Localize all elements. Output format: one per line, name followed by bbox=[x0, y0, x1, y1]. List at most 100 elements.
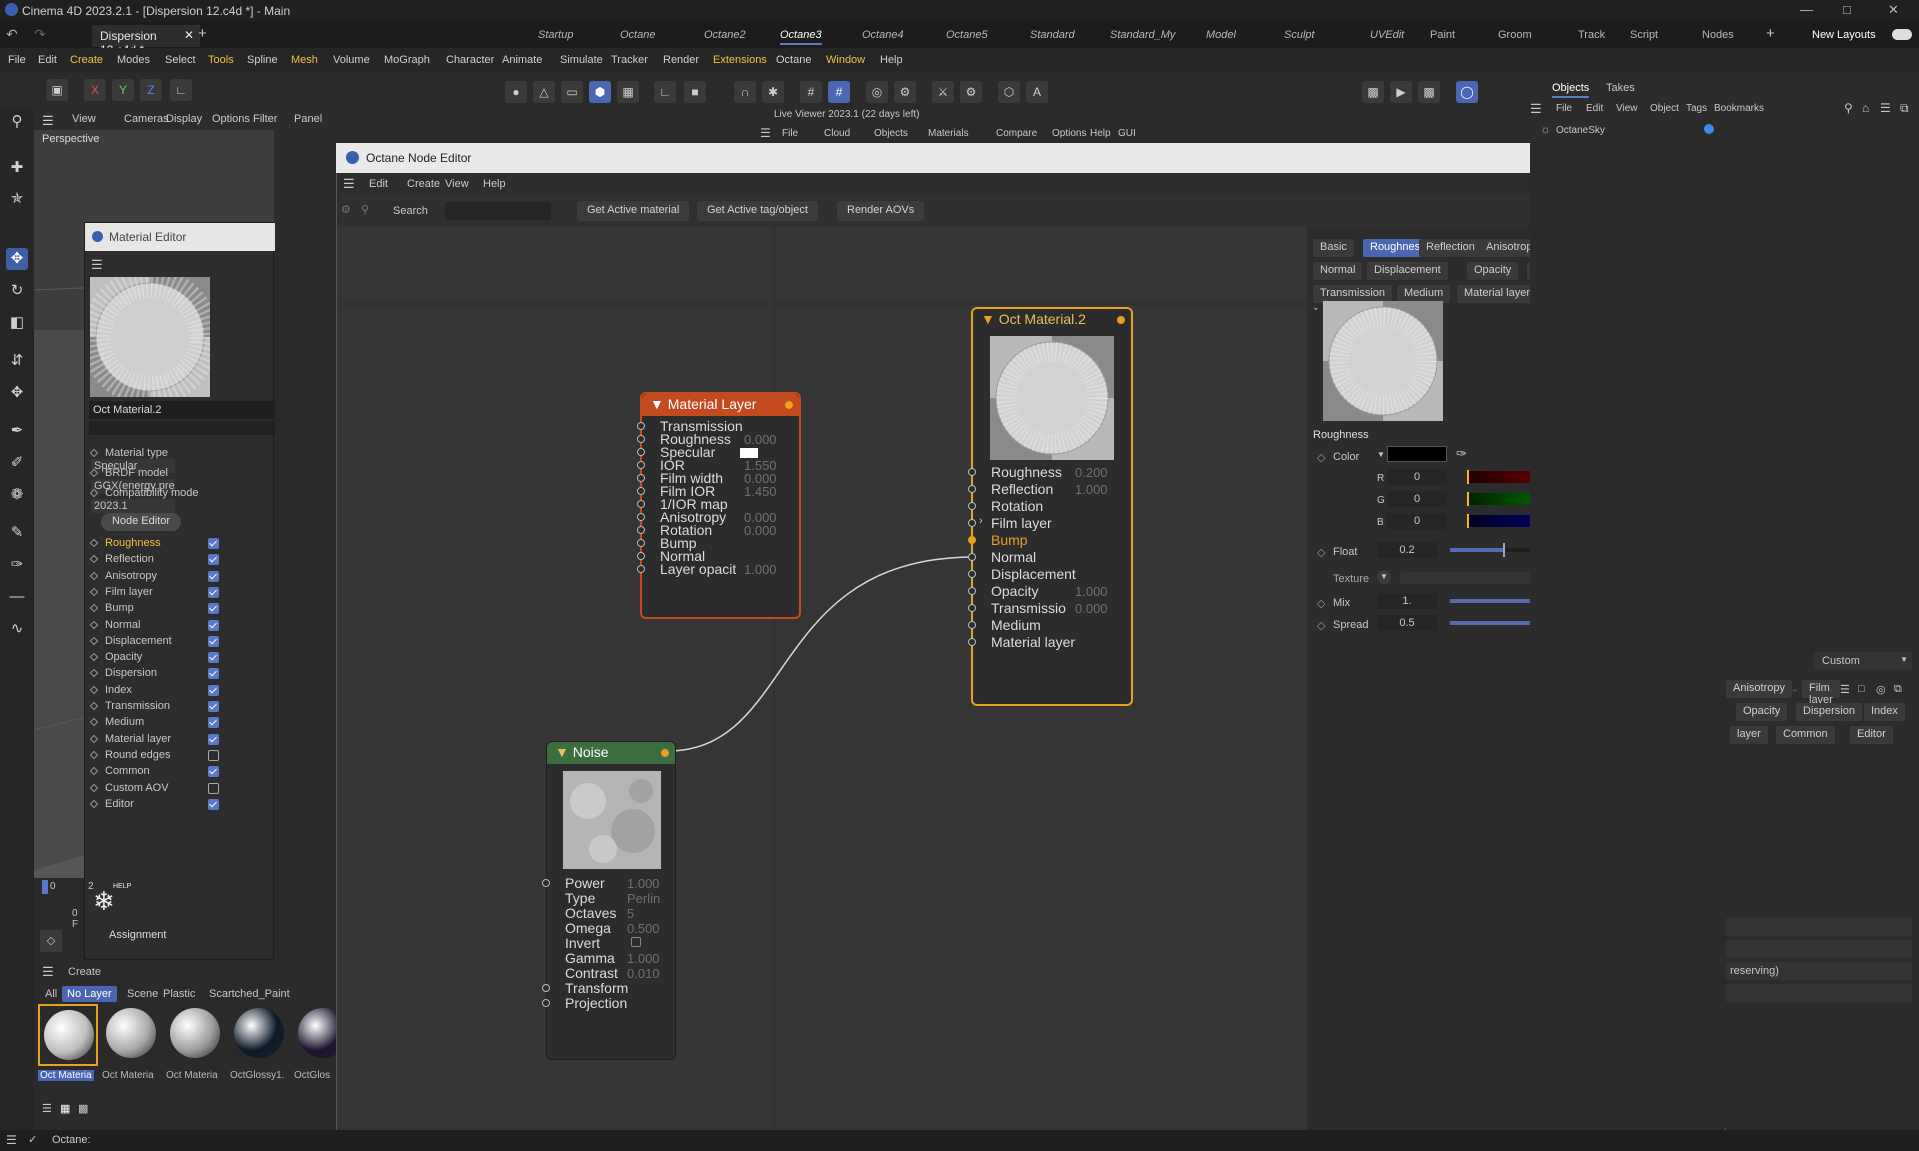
objects-home-icon[interactable]: ⌂ bbox=[1862, 101, 1869, 115]
live-viewer-menu-options[interactable]: Options bbox=[1052, 128, 1086, 139]
channel-checkbox[interactable] bbox=[208, 619, 219, 631]
viewport-menu-view[interactable]: View bbox=[72, 113, 96, 125]
menu-spline[interactable]: Spline bbox=[247, 54, 278, 66]
spline-pen-icon[interactable]: ✒ bbox=[6, 420, 28, 442]
attr-tab-anisotropy[interactable]: Anisotropy bbox=[1726, 680, 1792, 698]
redo-icon[interactable]: ↷ bbox=[34, 26, 46, 43]
channel-common[interactable]: Common bbox=[89, 765, 271, 778]
viewport-menu-panel[interactable]: Panel bbox=[294, 113, 322, 125]
snap-settings-icon[interactable]: ✱ bbox=[762, 81, 784, 103]
menu-edit[interactable]: Edit bbox=[38, 54, 57, 66]
oct-material-port[interactable] bbox=[968, 604, 976, 612]
grid-view-icon[interactable]: ▦ bbox=[60, 1102, 70, 1115]
oct-material-input-opacity[interactable]: Opacity 1.000 bbox=[991, 583, 1108, 599]
large-view-icon[interactable]: ▩ bbox=[78, 1102, 88, 1115]
channel-checkbox[interactable] bbox=[208, 554, 219, 566]
live-viewer-menu-materials[interactable]: Materials bbox=[928, 128, 969, 139]
material-swatch[interactable] bbox=[166, 1004, 226, 1066]
layout-tab-model[interactable]: Model bbox=[1206, 29, 1236, 41]
channel-editor[interactable]: Editor bbox=[89, 798, 271, 810]
menu-create[interactable]: Create bbox=[70, 54, 103, 66]
create-menu[interactable]: Create bbox=[68, 966, 101, 978]
objects-menu-edit[interactable]: Edit bbox=[1586, 103, 1603, 114]
channel-dispersion[interactable]: Dispersion bbox=[89, 667, 271, 680]
search-icon[interactable]: ⚲ bbox=[6, 111, 28, 133]
material-layer-port[interactable] bbox=[637, 565, 645, 573]
timeline-playhead[interactable] bbox=[42, 880, 48, 894]
noise-input-omega[interactable]: Omega 0.500 bbox=[565, 920, 660, 936]
noise-output-port[interactable] bbox=[661, 749, 669, 757]
channel-custom-aov[interactable]: Custom AOV bbox=[89, 782, 271, 794]
live-viewer-menu-gui[interactable]: GUI bbox=[1118, 128, 1136, 139]
oct-material-input-medium[interactable]: Medium bbox=[991, 617, 1041, 633]
channel-transmission[interactable]: Transmission bbox=[89, 700, 271, 712]
channel-checkbox[interactable] bbox=[208, 766, 219, 778]
noise-header[interactable]: ▼ Noise bbox=[547, 742, 675, 764]
channel-normal[interactable]: Normal bbox=[89, 619, 271, 631]
oct-material-output-port[interactable] bbox=[1117, 316, 1125, 324]
channel-displacement[interactable]: Displacement bbox=[89, 635, 271, 647]
channel-keyframe-icon[interactable] bbox=[89, 620, 99, 629]
oct-material-port[interactable] bbox=[968, 519, 976, 527]
material-layer-port[interactable] bbox=[637, 461, 645, 469]
viewport-menu-display[interactable]: Display bbox=[166, 113, 202, 125]
layout-tab-octane2[interactable]: Octane2 bbox=[704, 29, 746, 41]
channel-checkbox[interactable] bbox=[208, 701, 219, 712]
takes-tab[interactable]: Takes bbox=[1606, 82, 1635, 94]
edges-mode-icon[interactable]: △ bbox=[533, 81, 555, 103]
material-manager-menu-icon[interactable]: ☰ bbox=[42, 964, 54, 980]
spread-field[interactable]: 0.5 bbox=[1377, 615, 1437, 631]
channel-opacity[interactable]: Opacity bbox=[89, 651, 271, 664]
channel-round-edges[interactable]: Round edges bbox=[89, 749, 271, 761]
material-layer-input-layer-opacit[interactable]: Layer opacit 1.000 bbox=[660, 561, 777, 577]
render-view-icon[interactable]: ◎ bbox=[866, 81, 888, 103]
menu-render[interactable]: Render bbox=[663, 54, 699, 66]
inspector-tab-displacement[interactable]: Displacement bbox=[1367, 262, 1448, 280]
objects-menu-object[interactable]: Object bbox=[1650, 103, 1679, 114]
oct-material-input-normal[interactable]: Normal bbox=[991, 549, 1036, 565]
oct-material-input-roughness[interactable]: Roughness 0.200 bbox=[991, 464, 1108, 480]
search-input[interactable] bbox=[445, 202, 551, 220]
oct-material-port[interactable] bbox=[968, 553, 976, 561]
node-graph-canvas[interactable]: ▼ Material Layer Transmission Roughness 0.… bbox=[337, 227, 1307, 1130]
material-layer-port[interactable] bbox=[637, 526, 645, 534]
material-layer-header[interactable]: ▼ Material Layer bbox=[642, 394, 799, 416]
live-viewer-menu-cloud[interactable]: Cloud bbox=[824, 128, 850, 139]
channel-checkbox[interactable] bbox=[208, 668, 219, 680]
polygons-mode-icon[interactable]: ▭ bbox=[561, 81, 583, 103]
channel-keyframe-icon[interactable] bbox=[89, 734, 99, 743]
layout-tab-paint[interactable]: Paint bbox=[1430, 29, 1455, 41]
attr-tab-layer[interactable]: layer bbox=[1730, 726, 1768, 744]
channel-checkbox[interactable] bbox=[208, 586, 219, 598]
render-queue-icon[interactable]: ▩ bbox=[1418, 81, 1440, 103]
clapper-icon[interactable]: ▩ bbox=[1362, 81, 1384, 103]
color-swatch[interactable] bbox=[1387, 446, 1447, 462]
material-layer-port[interactable] bbox=[637, 474, 645, 482]
assignment-label[interactable]: Assignment bbox=[109, 929, 166, 941]
oct-material-collapse-icon[interactable]: ▼ bbox=[981, 311, 995, 327]
lock-icon[interactable]: □ bbox=[1858, 683, 1865, 695]
axis-y-button[interactable]: Y bbox=[112, 79, 134, 101]
channel-keyframe-icon[interactable] bbox=[89, 571, 99, 580]
placement-tool-icon[interactable]: ✥ bbox=[6, 382, 28, 404]
oct-material-port[interactable] bbox=[968, 638, 976, 646]
octanesky-item[interactable]: OctaneSky bbox=[1556, 125, 1605, 136]
material-layer-output-port[interactable] bbox=[785, 401, 793, 409]
channel-checkbox[interactable] bbox=[208, 635, 219, 647]
node-menu-view[interactable]: View bbox=[445, 178, 469, 190]
solo-icon[interactable]: ■ bbox=[684, 81, 706, 103]
channel-keyframe-icon[interactable] bbox=[89, 636, 99, 646]
model-mode-icon[interactable]: ▣ bbox=[46, 79, 68, 101]
oct-material-header[interactable]: ▼ Oct Material.2 bbox=[973, 309, 1131, 331]
material-swatch[interactable] bbox=[102, 1004, 162, 1066]
objects-filter-icon[interactable]: ☰ bbox=[1880, 101, 1891, 115]
channel-keyframe-icon[interactable] bbox=[89, 669, 99, 678]
eyedropper-icon[interactable]: ✑ bbox=[1456, 446, 1467, 462]
channel-keyframe-icon[interactable] bbox=[89, 652, 99, 662]
live-viewer-menu-file[interactable]: File bbox=[782, 128, 798, 139]
coordinate-system-icon[interactable]: ∟ bbox=[170, 79, 192, 101]
invert-checkbox[interactable] bbox=[631, 937, 641, 947]
twist-tool-icon[interactable]: ∿ bbox=[6, 618, 28, 640]
channel-medium[interactable]: Medium bbox=[89, 716, 271, 729]
material-name-field[interactable]: Oct Material.2 bbox=[89, 401, 275, 419]
